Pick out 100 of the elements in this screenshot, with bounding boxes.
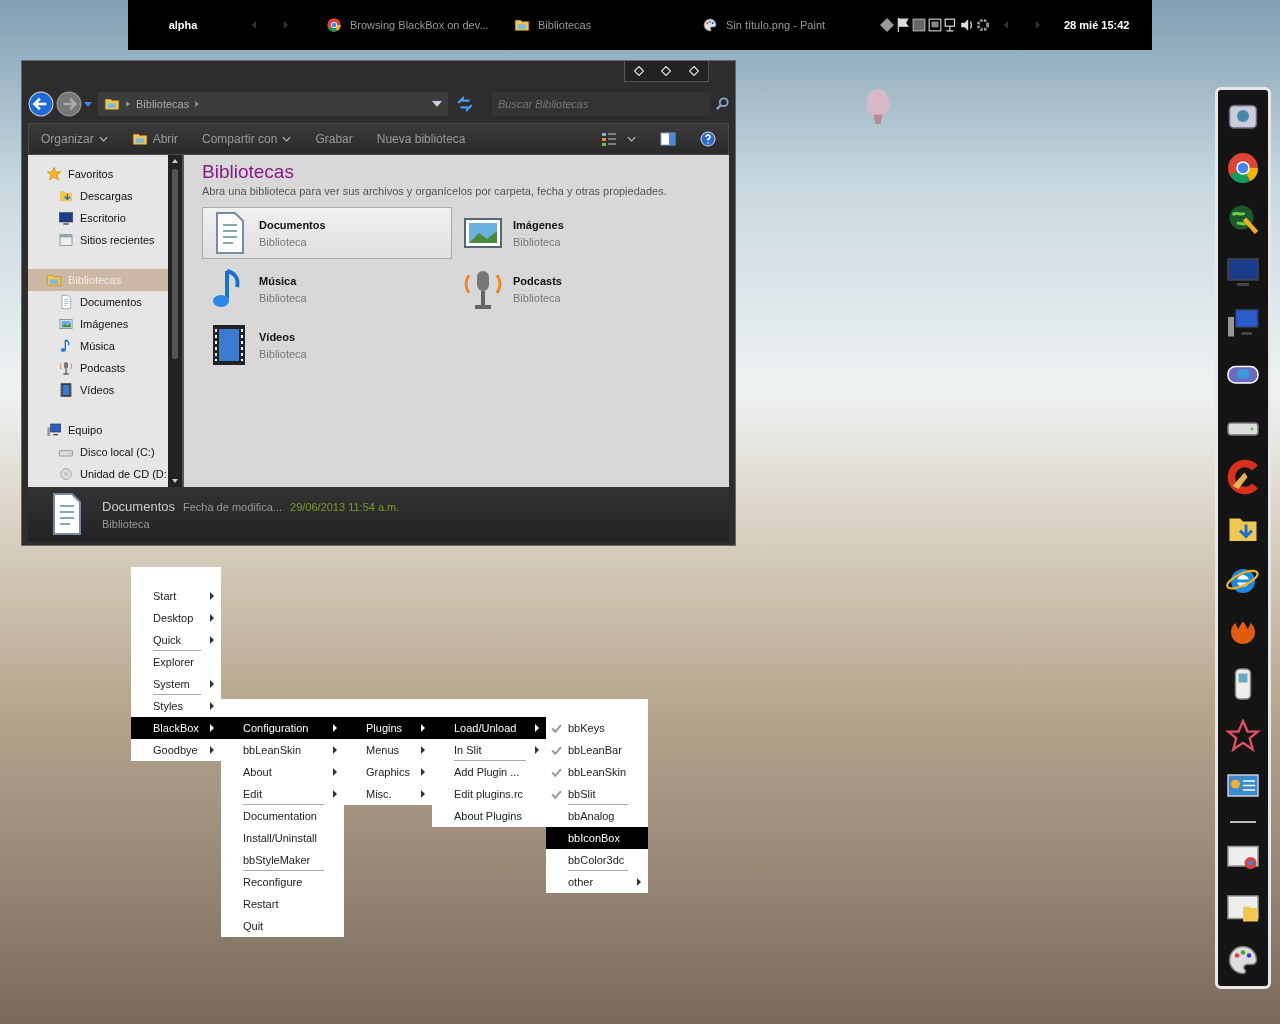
- library-tile[interactable]: Vídeos Biblioteca: [202, 319, 452, 371]
- chevron-icon: [195, 101, 200, 107]
- library-tile[interactable]: Podcasts Biblioteca: [456, 263, 706, 315]
- scroll-up-icon[interactable]: [172, 159, 178, 163]
- menu-item[interactable]: Quit: [221, 915, 344, 937]
- task-button[interactable]: Sin título.png - Paint: [692, 10, 880, 40]
- menu-item[interactable]: other: [546, 871, 648, 893]
- menu-item[interactable]: Styles: [131, 695, 221, 717]
- menu-item[interactable]: bbColor3dc: [546, 849, 648, 871]
- star-outline-icon[interactable]: [1225, 717, 1261, 754]
- star-icon: [46, 166, 62, 182]
- menu-item[interactable]: Documentation: [221, 805, 344, 827]
- menu-item[interactable]: Desktop: [131, 607, 221, 629]
- menu-item[interactable]: BlackBox: [131, 717, 221, 739]
- menu-item[interactable]: bbAnalog: [546, 805, 648, 827]
- nav-item[interactable]: Imágenes: [28, 313, 168, 335]
- library-tile[interactable]: Imágenes Biblioteca: [456, 207, 706, 259]
- menu-item[interactable]: Add Plugin ...: [432, 761, 546, 783]
- toolbar-button[interactable]: Nueva biblioteca: [376, 132, 466, 146]
- folder-download-icon: [58, 188, 74, 204]
- menu-item[interactable]: Menus: [344, 739, 432, 761]
- menu-item[interactable]: bbLeanSkin: [221, 739, 344, 761]
- speaker-icon[interactable]: [960, 18, 974, 32]
- menu-item[interactable]: Explorer: [131, 651, 221, 673]
- nav-item[interactable]: Favoritos: [28, 163, 168, 185]
- forward-button[interactable]: [56, 91, 82, 117]
- scroll-thumb[interactable]: [172, 169, 178, 359]
- nav-item[interactable]: Música: [28, 335, 168, 357]
- back-button[interactable]: [28, 91, 54, 117]
- menu-item[interactable]: About: [221, 761, 344, 783]
- preview-pane-icon[interactable]: [660, 131, 676, 147]
- browser-icon: [326, 17, 342, 33]
- toolbar-button[interactable]: Grabar: [315, 132, 353, 146]
- menu-item[interactable]: Load/Unload: [432, 717, 546, 739]
- folder-icon: [514, 17, 530, 33]
- library-tile[interactable]: Música Biblioteca: [202, 263, 452, 315]
- nav-item[interactable]: Escritorio: [28, 207, 168, 229]
- menu-item[interactable]: Goodbye: [131, 739, 221, 761]
- library-name: Imágenes: [513, 218, 564, 231]
- dropdown-button[interactable]: Compartir con: [202, 132, 292, 146]
- menu-item[interactable]: Restart: [221, 893, 344, 915]
- menu-item[interactable]: Install/Uninstall: [221, 827, 344, 849]
- menu-item[interactable]: Reconfigure: [221, 871, 344, 893]
- menu-item[interactable]: Quick: [131, 629, 221, 651]
- menu-item[interactable]: Graphics: [344, 761, 432, 783]
- caret-icon[interactable]: [84, 101, 92, 107]
- dropdown-button[interactable]: Organizar: [41, 132, 108, 146]
- search-field[interactable]: Buscar Bibliotecas: [492, 92, 711, 116]
- page-heading: Bibliotecas: [202, 161, 295, 183]
- menu-item[interactable]: Edit plugins.rc: [432, 783, 546, 805]
- menu-item[interactable]: Misc.: [344, 783, 432, 805]
- nav-item[interactable]: Documentos: [28, 291, 168, 313]
- menu-item[interactable]: bbLeanSkin: [546, 761, 648, 783]
- library-name: Documentos: [259, 218, 326, 231]
- window-control-icon[interactable]: [689, 66, 700, 76]
- diamond-icon[interactable]: [880, 18, 894, 32]
- scrollbar[interactable]: [168, 155, 182, 487]
- window-icon: [58, 232, 74, 248]
- nav-item[interactable]: Sitios recientes: [28, 229, 168, 251]
- task-button[interactable]: Bibliotecas: [504, 10, 692, 40]
- menu-item[interactable]: bbLeanBar: [546, 739, 648, 761]
- menu-item[interactable]: bbIconBox: [546, 827, 648, 849]
- menu-item[interactable]: Configuration: [221, 717, 344, 739]
- menu-item[interactable]: bbKeys: [546, 717, 648, 739]
- menu-item[interactable]: System: [131, 673, 221, 695]
- nav-item[interactable]: Descargas: [28, 185, 168, 207]
- nav-item[interactable]: Equipo: [28, 419, 168, 441]
- microphone-icon: [58, 360, 74, 376]
- window-control-icon[interactable]: [661, 66, 672, 76]
- view-options-icon[interactable]: [601, 131, 617, 147]
- monitor-icon: [58, 210, 74, 226]
- flag-icon[interactable]: [896, 18, 910, 32]
- workspace-label[interactable]: alpha: [128, 19, 238, 31]
- menu-item[interactable]: Start: [131, 585, 221, 607]
- menu-item[interactable]: In Slit: [432, 739, 546, 761]
- window-icon[interactable]: [928, 18, 942, 32]
- caret-icon[interactable]: [627, 136, 636, 142]
- toolbar-button[interactable]: Abrir: [131, 131, 179, 147]
- address-bar[interactable]: Bibliotecas: [98, 92, 448, 116]
- scroll-down-icon[interactable]: [172, 479, 178, 483]
- nav-item[interactable]: Podcasts: [28, 357, 168, 379]
- menu-item[interactable]: Plugins: [344, 717, 432, 739]
- library-type: Biblioteca: [513, 291, 562, 304]
- help-icon[interactable]: [700, 131, 716, 147]
- library-tile[interactable]: Documentos Biblioteca: [202, 207, 452, 259]
- search-icon: [715, 97, 729, 111]
- refresh-icon[interactable]: [456, 95, 474, 113]
- menu-item[interactable]: bbStyleMaker: [221, 849, 344, 871]
- menu-item[interactable]: About Plugins: [432, 805, 546, 827]
- details-label: Fecha de modifica...: [183, 500, 283, 513]
- menu-item[interactable]: Edit: [221, 783, 344, 805]
- task-button[interactable]: Browsing BlackBox on dev...: [316, 10, 504, 40]
- nav-item[interactable]: Vídeos: [28, 379, 168, 401]
- nav-item[interactable]: Disco local (C:): [28, 441, 168, 463]
- window-control-icon[interactable]: [633, 66, 644, 76]
- nav-item[interactable]: Unidad de CD (D:: [28, 463, 168, 485]
- caret-icon[interactable]: [432, 101, 442, 107]
- network-icon[interactable]: [944, 18, 958, 32]
- menu-item[interactable]: bbSlit: [546, 783, 648, 805]
- library-name: Vídeos: [259, 330, 297, 343]
